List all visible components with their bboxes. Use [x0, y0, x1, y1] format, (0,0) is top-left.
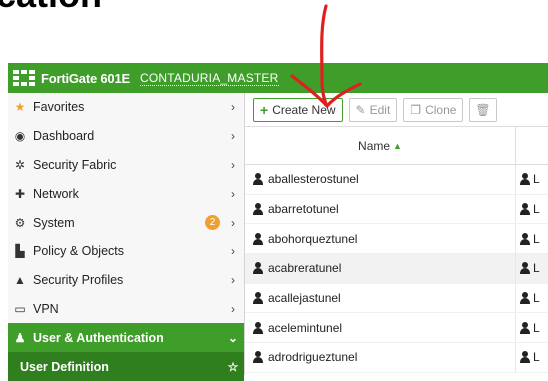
toolbar: + Create New ✎ Edit ❐ Clone 🗑: [245, 93, 548, 126]
username: abohorqueztunel: [268, 231, 358, 246]
column-header-name[interactable]: Name ▲: [245, 127, 516, 164]
chevron-right-icon: ›: [231, 129, 235, 144]
clone-button[interactable]: ❐ Clone: [403, 97, 464, 122]
user-icon: [253, 351, 263, 364]
favorite-star-icon[interactable]: ☆: [226, 360, 240, 374]
main-content: + Create New ✎ Edit ❐ Clone 🗑 Name ▲ aba…: [245, 93, 548, 375]
username: abarretotunel: [268, 202, 339, 217]
clone-label: Clone: [425, 102, 457, 117]
user-icon: ♟: [14, 330, 26, 345]
create-new-label: Create New: [272, 102, 336, 117]
trash-icon: 🗑: [475, 102, 491, 117]
username: aballesterostunel: [268, 172, 359, 187]
gear-icon: ⚙: [14, 215, 26, 230]
network-icon: ✚: [14, 186, 26, 201]
top-header: FortiGate 601E CONTADURIA_MASTER: [8, 63, 548, 93]
user-icon: [520, 203, 530, 216]
table-row[interactable]: abarretotunel L: [245, 194, 548, 225]
sidebar-item-label: User Definition: [20, 359, 109, 374]
chevron-right-icon: ›: [231, 100, 235, 115]
user-icon: [520, 262, 530, 275]
lock-icon: ▲: [14, 273, 26, 288]
table-row[interactable]: acabreratunel L: [245, 254, 548, 284]
user-icon: [520, 173, 530, 186]
star-icon: ★: [14, 100, 26, 115]
sidebar-item-label: Security Profiles: [33, 273, 124, 288]
username: acabreratunel: [268, 261, 342, 276]
user-icon: [520, 351, 530, 364]
edit-label: Edit: [369, 102, 391, 117]
type-fragment: L: [533, 172, 540, 187]
delete-button[interactable]: 🗑: [469, 97, 497, 122]
table-header: Name ▲: [245, 126, 548, 165]
table-row[interactable]: acallejastunel L: [245, 283, 548, 314]
sidebar-item-dashboard[interactable]: ◉ Dashboard ›: [8, 122, 244, 151]
chevron-down-icon: ⌄: [227, 330, 239, 345]
sidebar-item-label: Policy & Objects: [33, 244, 125, 259]
user-table-body: aballesterostunel L abarretotunel L aboh…: [245, 165, 548, 373]
user-icon: [253, 321, 263, 334]
pencil-icon: ✎: [355, 102, 366, 117]
type-fragment: L: [533, 202, 540, 217]
chevron-right-icon: ›: [231, 273, 235, 288]
sidebar-item-label: Security Fabric: [33, 157, 117, 172]
user-icon: [253, 173, 263, 186]
monitor-icon: ▭: [14, 301, 26, 316]
sidebar-item-network[interactable]: ✚ Network ›: [8, 179, 244, 208]
sidebar-item-security-profiles[interactable]: ▲ Security Profiles ›: [8, 266, 244, 295]
dashboard-icon: ◉: [14, 129, 26, 144]
security-fabric-icon: ✲: [14, 157, 26, 172]
plus-icon: +: [260, 101, 269, 118]
sidebar-item-label: System: [33, 215, 75, 230]
fortinet-logo-icon: [13, 70, 35, 86]
sidebar: ★ Favorites › ◉ Dashboard › ✲ Security F…: [8, 93, 245, 381]
table-row[interactable]: aballesterostunel L: [245, 165, 548, 195]
user-icon: [520, 292, 530, 305]
edit-button[interactable]: ✎ Edit: [348, 97, 398, 122]
username: acallejastunel: [268, 291, 341, 306]
sort-icon[interactable]: ▲: [393, 141, 402, 151]
create-new-button[interactable]: + Create New: [253, 97, 343, 122]
chevron-right-icon: ›: [231, 301, 235, 316]
sidebar-item-label: Dashboard: [33, 129, 95, 144]
user-icon: [520, 321, 530, 334]
chevron-right-icon: ›: [231, 186, 235, 201]
sidebar-item-label: User & Authentication: [33, 330, 164, 345]
type-fragment: L: [533, 350, 540, 365]
sidebar-item-security-fabric[interactable]: ✲ Security Fabric ›: [8, 151, 244, 180]
user-icon: [253, 232, 263, 245]
hostname[interactable]: CONTADURIA_MASTER: [139, 71, 279, 86]
username: acelemintunel: [268, 320, 343, 335]
sidebar-item-label: Favorites: [33, 100, 85, 115]
sidebar-item-policy-objects[interactable]: ▙ Policy & Objects ›: [8, 237, 244, 266]
page-heading-fragment: cation: [0, 0, 102, 16]
sidebar-item-vpn[interactable]: ▭ VPN ›: [8, 295, 244, 324]
username: adrodrigueztunel: [268, 350, 358, 365]
chevron-right-icon: ›: [231, 215, 235, 230]
chevron-right-icon: ›: [231, 157, 235, 172]
sidebar-item-label: VPN: [33, 301, 59, 316]
type-fragment: L: [533, 320, 540, 335]
sidebar-item-user-definition[interactable]: User Definition ☆: [8, 352, 244, 381]
sidebar-item-user-authentication[interactable]: ♟ User & Authentication ⌄: [8, 323, 244, 353]
user-icon: [253, 203, 263, 216]
user-icon: [253, 262, 263, 275]
sidebar-item-favorites[interactable]: ★ Favorites ›: [8, 93, 244, 122]
sidebar-item-system[interactable]: ⚙ System 2 ›: [8, 208, 244, 237]
type-fragment: L: [533, 261, 540, 276]
table-row[interactable]: abohorqueztunel L: [245, 224, 548, 255]
user-icon: [520, 232, 530, 245]
type-fragment: L: [533, 291, 540, 306]
sidebar-item-label: Network: [33, 186, 79, 201]
user-icon: [253, 292, 263, 305]
chevron-right-icon: ›: [231, 244, 235, 259]
table-row[interactable]: adrodrigueztunel L: [245, 343, 548, 373]
clone-icon: ❐: [410, 102, 422, 117]
notification-badge: 2: [205, 215, 220, 231]
policy-icon: ▙: [15, 244, 25, 259]
table-row[interactable]: acelemintunel L: [245, 313, 548, 344]
type-fragment: L: [533, 231, 540, 246]
product-name: FortiGate 601E: [41, 70, 130, 86]
